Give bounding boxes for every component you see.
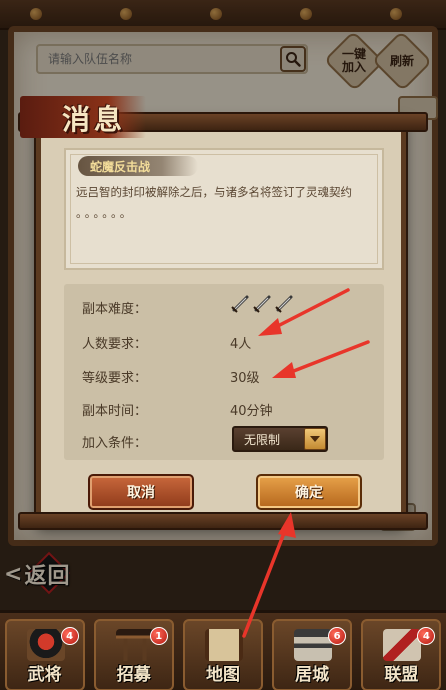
nav-badge: 1 bbox=[149, 627, 168, 645]
chevron-down-icon bbox=[310, 436, 320, 442]
recruit-gate-icon bbox=[115, 629, 154, 661]
nav-label: 武将 bbox=[27, 665, 62, 685]
nav-item-castle[interactable]: 6 居城 bbox=[272, 619, 353, 690]
message-ellipsis: 。。。。。。 bbox=[76, 206, 135, 220]
nav-badge: 6 bbox=[328, 627, 347, 645]
nav-label: 居城 bbox=[295, 665, 330, 685]
map-scroll-icon bbox=[204, 629, 243, 661]
dialog-title: 消息 bbox=[62, 103, 127, 136]
sword-icon bbox=[275, 295, 293, 313]
nav-label: 招募 bbox=[116, 665, 151, 685]
general-helmet-icon bbox=[26, 629, 65, 661]
nav-badge: 4 bbox=[60, 627, 79, 645]
nav-label: 联盟 bbox=[384, 665, 419, 685]
time-label: 副本时间： bbox=[82, 404, 148, 419]
confirm-button[interactable]: 确定 bbox=[256, 474, 362, 510]
nav-label: 地图 bbox=[205, 665, 240, 685]
alliance-banner-icon bbox=[383, 629, 422, 661]
join-condition-label: 加入条件： bbox=[82, 436, 148, 451]
nav-item-alliance[interactable]: 4 联盟 bbox=[361, 619, 442, 690]
difficulty-rating bbox=[230, 294, 294, 314]
join-condition-value: 无限制 bbox=[244, 433, 281, 447]
players-label: 人数要求： bbox=[82, 337, 148, 352]
time-value: 40分钟 bbox=[230, 404, 273, 419]
join-condition-dropdown[interactable] bbox=[304, 428, 326, 450]
nav-item-recruit[interactable]: 1 招募 bbox=[93, 619, 174, 690]
level-value: 30级 bbox=[230, 371, 260, 386]
message-text: 远吕智的封印被解除之后，与诸多名将签订了灵魂契约 bbox=[76, 185, 352, 199]
players-value: 4人 bbox=[230, 337, 252, 352]
cancel-button[interactable]: 取消 bbox=[88, 474, 194, 510]
sword-icon bbox=[231, 295, 249, 313]
level-label: 等级要求： bbox=[82, 371, 148, 386]
message-tag: 蛇魔反击战 bbox=[90, 160, 151, 174]
message-body: 远吕智的封印被解除之后，与诸多名将签订了灵魂契约 。。。。。。 bbox=[76, 182, 376, 224]
castle-icon bbox=[294, 629, 333, 661]
bottom-nav: 4 武将 1 招募 地图 6 居城 4 联盟 bbox=[0, 610, 446, 690]
dialog-frame-bottom bbox=[18, 512, 428, 530]
difficulty-label: 副本难度： bbox=[82, 302, 148, 317]
nav-item-map[interactable]: 地图 bbox=[182, 619, 263, 690]
sword-icon bbox=[253, 295, 271, 313]
nav-item-generals[interactable]: 4 武将 bbox=[4, 619, 85, 690]
nav-badge: 4 bbox=[417, 627, 436, 645]
